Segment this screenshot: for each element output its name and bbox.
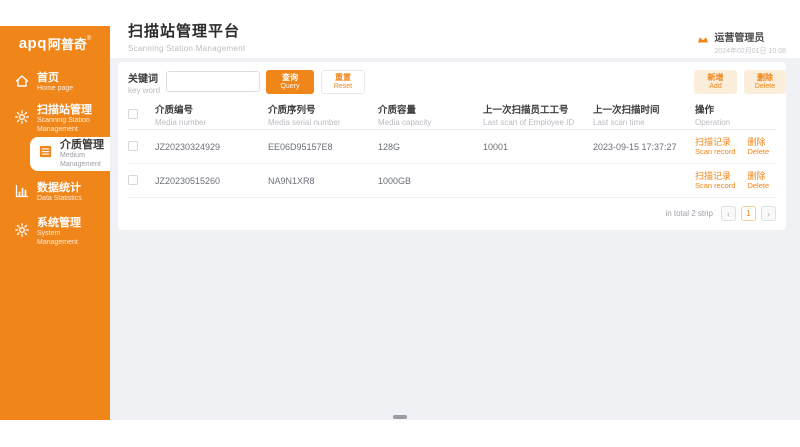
query-button[interactable]: 查询 Query bbox=[266, 70, 314, 94]
home-icon bbox=[14, 73, 30, 94]
col-last-scan-cn: 上一次扫描时间 bbox=[593, 102, 695, 116]
delete-button-label-en: Delete bbox=[755, 83, 775, 91]
pagination: in total 2 strip ‹ 1 › bbox=[665, 206, 776, 221]
row-delete-label-en: Delete bbox=[747, 181, 769, 190]
col-serial-en: Media serial number bbox=[268, 118, 378, 127]
col-media-number-en: Media number bbox=[155, 118, 268, 127]
sidebar-item-label-cn: 扫描站管理 bbox=[37, 104, 99, 117]
query-button-label-cn: 查询 bbox=[282, 74, 298, 83]
user-name: 运营管理员 bbox=[714, 29, 786, 44]
pagination-prev-button[interactable]: ‹ bbox=[721, 206, 736, 221]
media-table: 介质编号 Media number 介质序列号 Media serial numbe… bbox=[128, 100, 776, 198]
scan-record-label-cn: 扫描记录 bbox=[695, 171, 735, 182]
scan-record-link[interactable]: 扫描记录 Scan record bbox=[695, 137, 735, 157]
pagination-total-text: in total 2 strip bbox=[665, 209, 713, 218]
sidebar-item-system-management[interactable]: 系统管理 System Management bbox=[0, 215, 110, 249]
row-delete-label-en: Delete bbox=[747, 147, 769, 156]
keyword-input[interactable] bbox=[166, 71, 260, 92]
registered-mark: ® bbox=[87, 36, 91, 42]
pagination-page-1[interactable]: 1 bbox=[741, 206, 756, 221]
pagination-next-button[interactable]: › bbox=[761, 206, 776, 221]
sidebar-item-scanning-station[interactable]: 扫描站管理 Scanning Station Management bbox=[0, 102, 110, 136]
scan-record-label-en: Scan record bbox=[695, 147, 735, 156]
row-delete-link[interactable]: 删除 Delete bbox=[747, 171, 769, 191]
sidebar-item-label-cn: 数据统计 bbox=[37, 182, 99, 195]
col-operation-en: Operation bbox=[695, 118, 776, 127]
content-area: 关键词 key word 查询 Query 重置 Reset 新增 Add 删除… bbox=[110, 58, 800, 420]
col-employee-en: Last scan of Employee ID bbox=[483, 118, 593, 127]
keyword-label-en: key word bbox=[128, 86, 160, 95]
add-button[interactable]: 新增 Add bbox=[694, 70, 737, 94]
add-button-label-en: Add bbox=[709, 83, 721, 91]
sidebar-item-label-cn: 首页 bbox=[37, 72, 99, 85]
page-subtitle: Scanning Station Management bbox=[128, 44, 246, 53]
cell-employee-id: 10001 bbox=[483, 142, 593, 152]
scan-record-label-en: Scan record bbox=[695, 181, 735, 190]
sidebar-item-label-en: System Management bbox=[37, 230, 99, 247]
keyword-label: 关键词 key word bbox=[128, 70, 160, 95]
reset-button-label-en: Reset bbox=[334, 83, 352, 91]
cell-serial: NA9N1XR8 bbox=[268, 176, 378, 186]
medium-table-card: 关键词 key word 查询 Query 重置 Reset 新增 Add 删除… bbox=[118, 62, 786, 230]
col-employee-cn: 上一次扫描员工工号 bbox=[483, 102, 593, 116]
brand-logo-latin: apq bbox=[19, 35, 47, 52]
cell-last-scan: 2023-09-15 17:37:27 bbox=[593, 142, 695, 152]
brand-logo-cn: 阿普奇 bbox=[48, 34, 87, 53]
gear-icon bbox=[14, 109, 30, 130]
cell-media-number: JZ20230324929 bbox=[155, 142, 268, 152]
medium-list-icon bbox=[38, 144, 53, 164]
sidebar-item-home[interactable]: 首页 Home page bbox=[0, 68, 110, 98]
scan-record-link[interactable]: 扫描记录 Scan record bbox=[695, 171, 735, 191]
keyword-label-cn: 关键词 bbox=[128, 70, 160, 85]
row-delete-link[interactable]: 删除 Delete bbox=[747, 137, 769, 157]
query-button-label-en: Query bbox=[280, 83, 299, 91]
user-datetime: 2024年02月01日 10:08 bbox=[714, 46, 786, 56]
row-delete-label-cn: 删除 bbox=[747, 171, 769, 182]
add-button-label-cn: 新增 bbox=[708, 74, 724, 83]
cell-media-number: JZ20230515260 bbox=[155, 176, 268, 186]
sidebar-item-data-statistics[interactable]: 数据统计 Data Statistics bbox=[0, 178, 110, 208]
sidebar-item-medium-management[interactable]: 介质管理 Medium Management bbox=[30, 137, 110, 171]
sidebar-item-label-en: Scanning Station Management bbox=[37, 117, 99, 134]
user-role-icon bbox=[697, 31, 709, 49]
col-operation-cn: 操作 bbox=[695, 102, 776, 116]
cell-capacity: 1000GB bbox=[378, 176, 483, 186]
col-media-number-cn: 介质编号 bbox=[155, 102, 268, 116]
row-checkbox[interactable] bbox=[128, 141, 138, 151]
horizontal-scrollbar-thumb[interactable] bbox=[393, 415, 407, 419]
delete-button-label-cn: 删除 bbox=[757, 74, 773, 83]
gear-icon bbox=[14, 222, 30, 243]
cell-serial: EE06D95157E8 bbox=[268, 142, 378, 152]
table-header-row: 介质编号 Media number 介质序列号 Media serial numbe… bbox=[128, 100, 776, 130]
col-serial-cn: 介质序列号 bbox=[268, 102, 378, 116]
table-row: JZ20230324929 EE06D95157E8 128G 10001 20… bbox=[128, 130, 776, 164]
reset-button[interactable]: 重置 Reset bbox=[321, 70, 365, 94]
cell-capacity: 128G bbox=[378, 142, 483, 152]
app-window: 扫描站管理平台 Scanning Station Management 运营管理… bbox=[0, 0, 800, 447]
reset-button-label-cn: 重置 bbox=[335, 74, 351, 83]
col-last-scan-en: Last scan time bbox=[593, 118, 695, 127]
table-row: JZ20230515260 NA9N1XR8 1000GB 扫描记录 Scan … bbox=[128, 164, 776, 198]
scan-record-label-cn: 扫描记录 bbox=[695, 137, 735, 148]
user-block[interactable]: 运营管理员 2024年02月01日 10:08 bbox=[697, 29, 786, 56]
page-title-block: 扫描站管理平台 Scanning Station Management bbox=[128, 20, 246, 53]
sidebar: apq阿普奇® 首页 Home page 扫描站管理 Scanning Stat… bbox=[0, 26, 110, 420]
brand-logo: apq阿普奇® bbox=[0, 26, 110, 60]
sidebar-item-label-en: Data Statistics bbox=[37, 195, 99, 203]
col-capacity-en: Media capacity bbox=[378, 118, 483, 127]
select-all-checkbox[interactable] bbox=[128, 109, 138, 119]
bar-chart-icon bbox=[14, 183, 30, 204]
page-title: 扫描站管理平台 bbox=[128, 20, 246, 41]
row-delete-label-cn: 删除 bbox=[747, 137, 769, 148]
sidebar-item-label-en: Home page bbox=[37, 85, 99, 93]
top-header: 扫描站管理平台 Scanning Station Management 运营管理… bbox=[110, 0, 800, 58]
delete-button[interactable]: 删除 Delete bbox=[744, 70, 786, 94]
col-capacity-cn: 介质容量 bbox=[378, 102, 483, 116]
row-checkbox[interactable] bbox=[128, 175, 138, 185]
sidebar-item-label-cn: 系统管理 bbox=[37, 217, 99, 230]
